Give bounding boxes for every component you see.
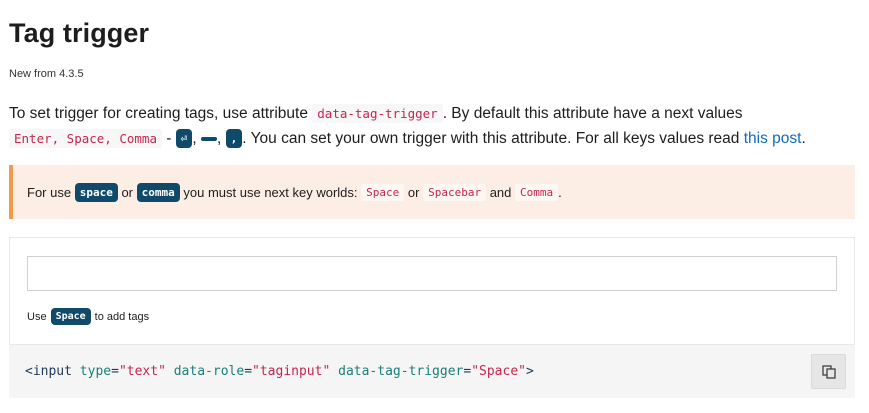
description-paragraph: To set trigger for creating tags, use at… bbox=[9, 101, 859, 151]
alert-end: . bbox=[558, 184, 562, 200]
code-eq-3: = bbox=[463, 364, 472, 379]
info-alert: For use space or comma you must use next… bbox=[9, 165, 855, 219]
alert-comma-badge: comma bbox=[136, 182, 180, 202]
alert-and: and bbox=[489, 184, 512, 200]
hint-use: Use bbox=[27, 310, 47, 323]
code-val-type: "text" bbox=[118, 364, 166, 379]
alert-code-space: Space bbox=[361, 183, 405, 201]
desc-text-2: . By default this attribute have a next … bbox=[442, 105, 743, 122]
alert-must-use: you must use next key worlds: bbox=[183, 184, 358, 200]
alert-code-comma: Comma bbox=[515, 183, 559, 201]
enter-key-badge: ⏎ bbox=[175, 129, 193, 149]
default-values-code: Enter, Space, Comma bbox=[9, 129, 162, 148]
demo-panel: Use Space to add tags bbox=[9, 237, 855, 345]
dash: - bbox=[162, 130, 176, 147]
alert-or-2: or bbox=[407, 184, 420, 200]
space-key-badge bbox=[201, 136, 218, 141]
comma-key-badge: , bbox=[225, 129, 243, 149]
code-attr-type: type bbox=[79, 364, 112, 379]
desc-text-3: . You can set your own trigger with this… bbox=[242, 130, 744, 147]
code-val-trigger: "Space" bbox=[471, 364, 526, 379]
sep-2: , bbox=[217, 130, 226, 147]
copy-button[interactable] bbox=[811, 354, 846, 389]
code-open-tag: <input bbox=[25, 364, 72, 379]
desc-text-1: To set trigger for creating tags, use at… bbox=[9, 105, 313, 122]
desc-end: . bbox=[801, 130, 806, 147]
attr-code: data-tag-trigger bbox=[312, 104, 443, 123]
alert-space-badge: space bbox=[74, 182, 118, 202]
tag-input[interactable] bbox=[27, 256, 837, 291]
alert-for-use: For use bbox=[27, 184, 72, 200]
alert-or: or bbox=[121, 184, 134, 200]
code-attr-role: data-role bbox=[173, 364, 245, 379]
code-attr-trigger: data-tag-trigger bbox=[338, 364, 464, 379]
hint-rest: to add tags bbox=[94, 310, 150, 323]
code-val-role: "taginput" bbox=[252, 364, 331, 379]
alert-code-spacebar: Spacebar bbox=[423, 183, 487, 201]
copy-icon bbox=[821, 364, 836, 379]
this-post-link[interactable]: this post bbox=[744, 130, 802, 147]
version-note: New from 4.3.5 bbox=[9, 68, 84, 80]
code-eq-1: = bbox=[111, 364, 119, 379]
tag-input-hint: Use Space to add tags bbox=[27, 308, 149, 325]
code-eq-2: = bbox=[244, 364, 253, 379]
hint-space-badge: Space bbox=[50, 308, 91, 325]
code-close: > bbox=[525, 364, 534, 379]
page-title: Tag trigger bbox=[9, 18, 150, 48]
code-example: <input type = "text" data-role = "taginput" … bbox=[9, 345, 855, 398]
sep-1: , bbox=[192, 130, 202, 147]
